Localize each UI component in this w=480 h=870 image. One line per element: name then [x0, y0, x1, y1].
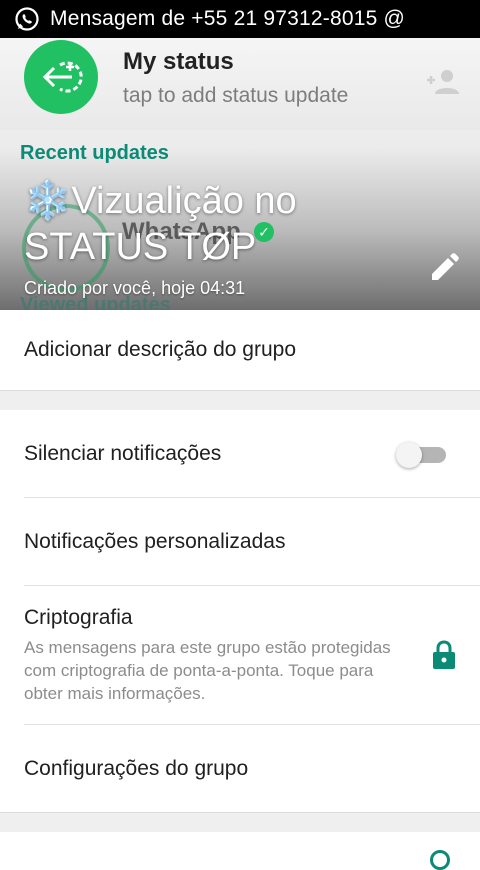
whatsapp-icon	[15, 7, 39, 31]
recent-updates-label: Recent updates	[20, 142, 169, 164]
group-header[interactable]: My status tap to add status update Recen…	[0, 38, 480, 310]
custom-notifications-label: Notificações personalizadas	[24, 530, 286, 553]
my-status-subtitle: tap to add status update	[123, 84, 349, 107]
pencil-icon[interactable]	[428, 252, 460, 284]
group-name: ❄️Vizualição no STATUS TØP	[24, 180, 297, 268]
my-status-title: My status	[123, 48, 234, 75]
status-bar: Mensagem de +55 21 97312-8015 @	[0, 0, 480, 38]
lock-icon	[433, 640, 455, 669]
add-status-icon	[42, 61, 83, 93]
add-description-link[interactable]: Adicionar descrição do grupo	[24, 338, 296, 362]
notification-text: Mensagem de +55 21 97312-8015 @	[50, 7, 406, 30]
group-settings-label: Configurações do grupo	[24, 757, 249, 780]
my-status-row: My status tap to add status update	[0, 38, 480, 130]
group-description-section[interactable]: Adicionar descrição do grupo	[0, 310, 480, 391]
group-created-info: Criado por você, hoje 04:31	[24, 278, 246, 298]
section-gap	[0, 813, 480, 832]
add-person-icon	[427, 70, 459, 94]
custom-notifications-row[interactable]: Notificações personalizadas	[0, 498, 480, 586]
my-status-avatar	[24, 40, 98, 114]
encryption-label: Criptografia	[24, 606, 133, 629]
partial-icon	[430, 850, 450, 870]
mute-toggle[interactable]	[396, 442, 446, 468]
next-section	[0, 832, 480, 854]
group-settings-list: Silenciar notificações Notificações pers…	[0, 410, 480, 813]
encryption-description: As mensagens para este grupo estão prote…	[24, 638, 391, 703]
toggle-thumb	[396, 442, 422, 468]
mute-notifications-row[interactable]: Silenciar notificações	[0, 410, 480, 498]
group-settings-row[interactable]: Configurações do grupo	[0, 725, 480, 812]
mute-notifications-label: Silenciar notificações	[24, 442, 222, 465]
section-gap	[0, 391, 480, 410]
